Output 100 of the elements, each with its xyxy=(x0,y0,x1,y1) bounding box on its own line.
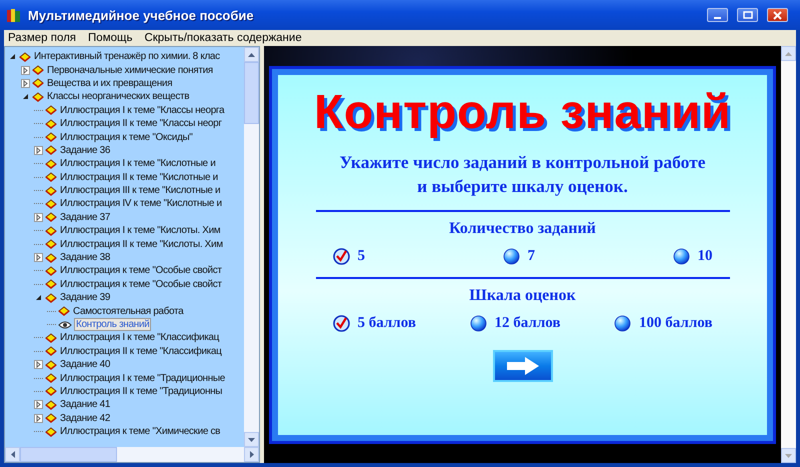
tree-item[interactable]: Классы неорганических веществ xyxy=(46,91,190,102)
expander-icon[interactable] xyxy=(34,400,43,410)
diamond-icon xyxy=(45,212,57,222)
vertical-scrollbar[interactable] xyxy=(781,46,796,463)
tree-item[interactable]: Иллюстрация I к теме "Классы неорга xyxy=(59,104,226,116)
tree-item[interactable]: Самостоятельная работа xyxy=(72,306,184,317)
expander-icon[interactable] xyxy=(34,414,43,423)
diamond-icon xyxy=(45,105,57,116)
expander-icon[interactable] xyxy=(21,92,30,102)
diamond-icon xyxy=(45,186,57,196)
tree-item[interactable]: Задание 36 xyxy=(59,144,112,156)
radio-button[interactable] xyxy=(502,248,520,265)
diamond-icon xyxy=(45,426,57,437)
expander-icon[interactable] xyxy=(34,253,43,262)
right-arrow-icon xyxy=(250,451,254,458)
diamond-icon xyxy=(19,52,31,62)
radio-button[interactable] xyxy=(672,248,690,265)
tree-item[interactable]: Иллюстрация II к теме "Классы неорг xyxy=(59,118,223,130)
scrollbar-thumb[interactable] xyxy=(244,62,259,124)
tree-item[interactable]: Иллюстрация III к теме "Кислотные и xyxy=(59,185,222,196)
expander-icon[interactable] xyxy=(8,52,17,62)
diamond-icon xyxy=(45,172,57,182)
tree-item[interactable]: Иллюстрация IV к теме "Кислотные и xyxy=(59,198,223,210)
minimize-icon xyxy=(714,17,721,19)
tree-item[interactable]: Иллюстрация II к теме "Кислотные и xyxy=(59,172,219,183)
tree-item[interactable]: Первоначальные химические понятия xyxy=(46,64,214,76)
tree-item[interactable]: Задание 41 xyxy=(59,399,112,410)
expander-icon[interactable] xyxy=(34,146,43,155)
tree-item[interactable]: Иллюстрация к теме "Химические св xyxy=(59,426,222,438)
diamond-icon xyxy=(45,413,57,424)
up-arrow-icon xyxy=(248,52,255,56)
tree-item[interactable]: Иллюстрация I к теме "Кислотные и xyxy=(59,158,216,170)
page-title: Контроль знаний xyxy=(314,85,731,140)
tree-item[interactable]: Иллюстрация к теме "Оксиды" xyxy=(59,132,194,143)
diamond-icon xyxy=(45,158,57,169)
menu-item[interactable]: Скрыть/показать содержание xyxy=(144,32,302,44)
radio-button[interactable] xyxy=(332,315,350,332)
tree-item[interactable]: Иллюстрация II к теме "Традиционны xyxy=(59,386,224,397)
tree-item[interactable]: Иллюстрация II к теме "Классификац xyxy=(59,346,222,357)
down-arrow-icon xyxy=(248,438,255,442)
expander-icon[interactable] xyxy=(21,66,30,75)
tree-item[interactable]: Иллюстрация к теме "Особые свойст xyxy=(59,265,223,276)
down-arrow-icon xyxy=(785,454,792,458)
diamond-icon xyxy=(32,78,44,88)
diamond-icon xyxy=(45,360,57,370)
left-arrow-icon xyxy=(10,451,14,458)
expander-icon[interactable] xyxy=(34,293,43,302)
tree-item[interactable]: Вещества и их превращения xyxy=(46,78,174,89)
tree-item[interactable]: Иллюстрация I к теме "Кислоты. Хим xyxy=(59,225,222,236)
tree-item[interactable]: Задание 37 xyxy=(59,212,112,223)
diamond-icon xyxy=(45,400,57,410)
diamond-icon xyxy=(45,145,57,156)
vertical-scrollbar[interactable] xyxy=(244,47,259,447)
close-button[interactable] xyxy=(767,8,788,22)
diamond-icon xyxy=(45,252,57,263)
diamond-icon xyxy=(32,92,44,102)
option-label: 5 баллов xyxy=(358,315,416,332)
radio-button[interactable] xyxy=(470,315,487,332)
scrollbar-thumb[interactable] xyxy=(20,447,117,462)
tree-item[interactable]: Задание 39 xyxy=(59,292,112,304)
tree-item[interactable]: Иллюстрация II к теме "Кислоты. Хим xyxy=(59,238,224,250)
radio-button[interactable] xyxy=(614,315,632,332)
diamond-icon xyxy=(45,279,57,290)
close-icon xyxy=(773,10,782,20)
diamond-icon xyxy=(58,306,70,316)
tree-item[interactable]: Контроль знаний xyxy=(74,318,152,331)
tree-item[interactable]: Интерактивный тренажёр по химии. 8 клас xyxy=(33,51,221,62)
diamond-icon xyxy=(45,332,57,343)
expander-icon[interactable] xyxy=(34,212,43,222)
diamond-icon xyxy=(45,386,57,396)
diamond-icon xyxy=(45,346,57,356)
horizontal-scrollbar[interactable] xyxy=(5,447,259,462)
group-heading: Шкала оценок xyxy=(469,287,576,305)
tree-item[interactable]: Задание 40 xyxy=(59,359,112,370)
diamond-icon xyxy=(45,292,57,303)
group-heading: Количество заданий xyxy=(449,220,596,238)
menu-item[interactable]: Помощь xyxy=(88,32,132,44)
expander-icon[interactable] xyxy=(21,78,30,88)
up-arrow-icon xyxy=(785,52,792,56)
tree-item[interactable]: Иллюстрация I к теме "Классификац xyxy=(59,332,220,344)
instruction-text: Укажите число заданий в контрольной работе и выберите шкалу оценок. xyxy=(340,151,706,198)
option-label: 5 xyxy=(358,248,365,265)
books-icon xyxy=(6,7,22,23)
maximize-button[interactable] xyxy=(737,8,758,22)
diamond-icon xyxy=(45,118,57,129)
maximize-icon xyxy=(742,10,752,20)
option-label: 12 баллов xyxy=(494,315,560,332)
menu-item[interactable]: Размер поля xyxy=(8,32,76,44)
diamond-icon xyxy=(45,373,57,384)
option-label: 100 баллов xyxy=(639,315,712,332)
expander-icon[interactable] xyxy=(34,360,43,370)
option-label: 7 xyxy=(528,248,535,265)
diamond-icon xyxy=(45,239,57,250)
minimize-button[interactable] xyxy=(707,8,728,22)
tree-item[interactable]: Иллюстрация I к теме "Традиционные xyxy=(59,372,226,384)
tree-item[interactable]: Задание 42 xyxy=(59,412,112,424)
tree-item[interactable]: Иллюстрация к теме "Особые свойст xyxy=(59,278,223,290)
tree-item[interactable]: Задание 38 xyxy=(59,252,112,264)
radio-button[interactable] xyxy=(332,248,350,265)
next-button[interactable] xyxy=(492,350,552,382)
